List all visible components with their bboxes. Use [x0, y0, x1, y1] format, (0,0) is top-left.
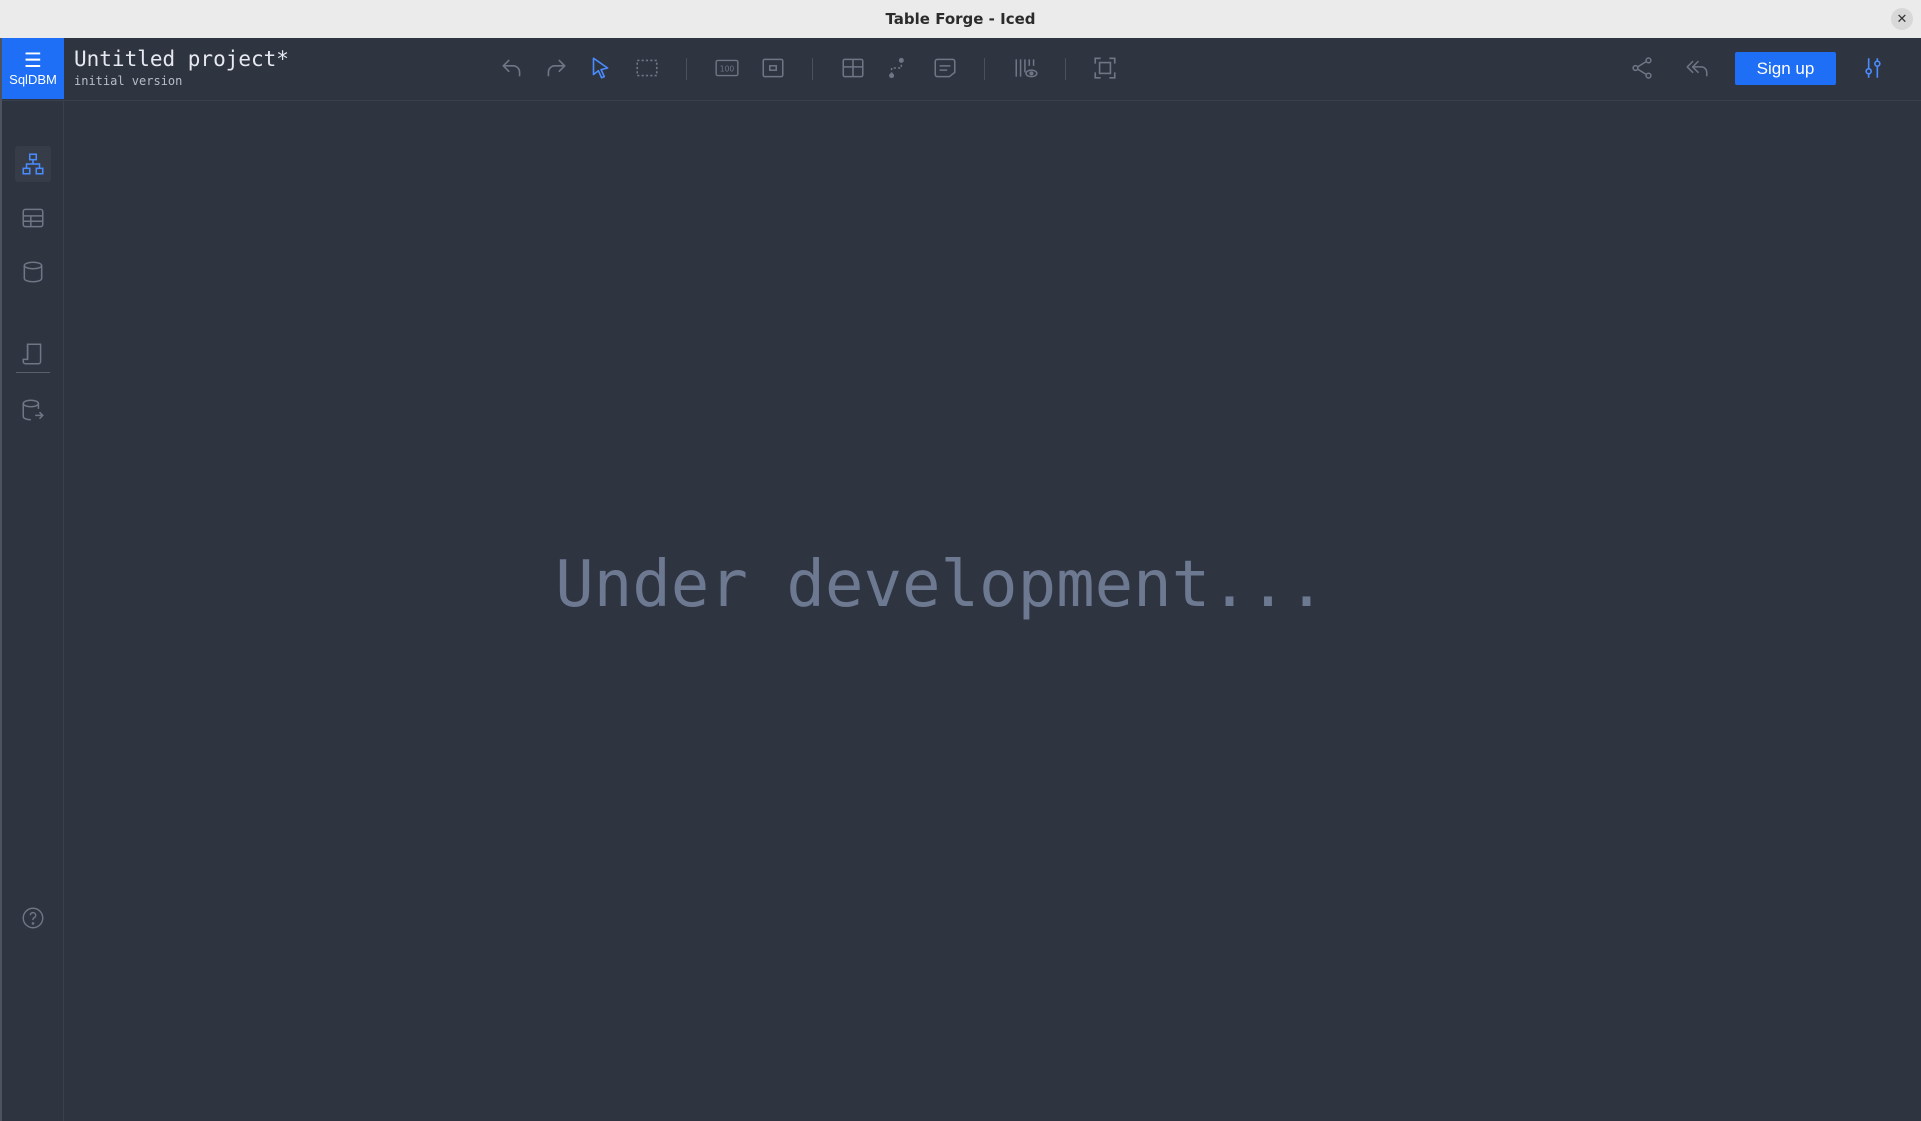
pointer-icon [592, 57, 609, 79]
reply-all-icon [1686, 60, 1708, 77]
document-icon [22, 343, 42, 365]
redo-icon [547, 59, 566, 77]
database-icon [23, 261, 43, 283]
help-icon [22, 907, 44, 929]
project-info: Untitled project* initial version [74, 46, 289, 88]
app-window: ☰ SqlDBM Untitled project* initial versi… [0, 38, 1921, 1121]
toolbar-divider [1065, 58, 1066, 80]
fit-small-icon [762, 58, 784, 78]
fit-screen-icon [1094, 57, 1116, 79]
add-relation-icon [889, 57, 904, 79]
add-relation-button[interactable] [879, 50, 915, 86]
zoom-100-label: 100 [720, 64, 735, 73]
zoom-100-icon: 100 [715, 59, 739, 77]
fit-screen-button[interactable] [1087, 50, 1123, 86]
pointer-tool-button[interactable] [582, 50, 618, 86]
database-export-icon [22, 399, 44, 421]
add-note-button[interactable] [927, 50, 963, 86]
tables-icon [22, 208, 44, 228]
window-titlebar: Table Forge - Iced ✕ [0, 0, 1921, 39]
menu-icon: ☰ [24, 48, 42, 72]
zoom-100-button[interactable]: 100 [709, 50, 745, 86]
sidebar-item-tables[interactable] [15, 200, 51, 236]
toolbar-divider [812, 58, 813, 80]
project-version[interactable]: initial version [74, 74, 289, 88]
toolbar-divider [984, 58, 985, 80]
sign-up-button[interactable]: Sign up [1735, 52, 1836, 85]
sidebar-item-document[interactable] [15, 336, 51, 372]
sidebar-item-export[interactable] [15, 392, 51, 428]
top-toolbar: ☰ SqlDBM Untitled project* initial versi… [2, 38, 1921, 101]
toolbar-divider [686, 58, 687, 80]
sidebar-item-database[interactable] [15, 254, 51, 290]
diagram-icon [22, 153, 44, 175]
close-icon[interactable]: ✕ [1891, 8, 1913, 30]
under-development-message: Under development... [555, 548, 1326, 622]
logo-text: SqlDBM [9, 72, 57, 87]
undo-button[interactable] [494, 50, 530, 86]
fit-selection-button[interactable] [755, 50, 791, 86]
window-title: Table Forge - Iced [885, 10, 1036, 28]
box-select-button[interactable] [629, 50, 665, 86]
undo-icon [502, 59, 521, 77]
column-visibility-button[interactable] [1008, 50, 1044, 86]
box-select-icon [636, 59, 658, 77]
share-button[interactable] [1624, 50, 1660, 86]
project-name[interactable]: Untitled project* [74, 46, 289, 72]
redo-button[interactable] [538, 50, 574, 86]
add-table-button[interactable] [835, 50, 871, 86]
reply-all-button[interactable] [1679, 50, 1715, 86]
add-table-icon [842, 58, 864, 78]
app-logo-menu-button[interactable]: ☰ SqlDBM [2, 38, 64, 99]
sidebar-item-diagram[interactable] [15, 146, 51, 182]
help-button[interactable] [15, 900, 51, 936]
settings-sliders-icon [1865, 58, 1881, 78]
add-note-icon [934, 58, 956, 78]
sidebar-divider [16, 372, 50, 373]
settings-button[interactable] [1855, 50, 1891, 86]
share-icon [1632, 57, 1652, 79]
column-visibility-icon [1015, 59, 1038, 78]
